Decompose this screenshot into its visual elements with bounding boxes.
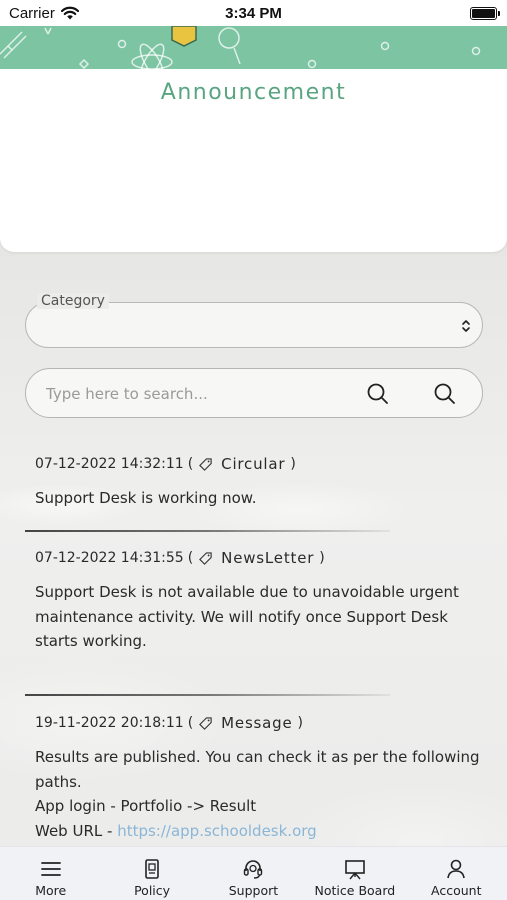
tag-icon — [199, 551, 212, 565]
announcement-line: Support Desk is working now. — [35, 489, 257, 507]
announcement-datetime: 07-12-2022 14:32:11 — [35, 456, 184, 472]
announcement-datetime: 07-12-2022 14:31:55 — [35, 550, 184, 566]
science-pattern-icon — [0, 26, 481, 81]
announcement-link-line: Web URL - https://app.schooldesk.org — [35, 819, 475, 844]
nav-label: Policy — [134, 883, 171, 898]
nav-label: Notice Board — [314, 883, 396, 898]
page-title: Announcement — [160, 80, 347, 105]
search-bar — [25, 368, 483, 418]
search-icon[interactable] — [365, 381, 391, 407]
announcement-category: NewsLetter — [221, 549, 315, 567]
divider — [25, 530, 390, 532]
nav-notice-board[interactable]: Notice Board — [304, 847, 405, 900]
divider — [25, 694, 390, 696]
announcement-line: maintenance activity. We will notify onc… — [35, 607, 448, 626]
status-bar: Carrier 3:34 PM — [0, 0, 507, 26]
menu-icon — [40, 862, 61, 876]
paren-close: ) — [290, 456, 296, 472]
clock: 3:34 PM — [225, 5, 282, 22]
nav-label: More — [35, 883, 67, 898]
nav-support[interactable]: Support — [203, 847, 304, 900]
search-input[interactable] — [46, 382, 346, 406]
announcement-category: Circular — [221, 455, 286, 473]
announcement-body: Results are published. You can check it … — [35, 745, 480, 844]
announcement-body: Support Desk is working now. — [35, 486, 475, 511]
paren-open: ( — [187, 456, 194, 472]
document-icon — [145, 859, 159, 879]
announcement-meta: 07-12-2022 14:31:55 ( NewsLetter ) — [35, 549, 325, 567]
paren-close: ) — [297, 715, 303, 731]
banner — [0, 26, 507, 81]
tag-icon — [199, 716, 212, 730]
announcement-category: Message — [221, 714, 293, 732]
announcement-line: App login - Portfolio -> Result — [35, 797, 257, 815]
announcement-link[interactable]: https://app.schooldesk.org — [117, 822, 316, 840]
bottom-nav: More Policy Support Notice Board Account — [0, 846, 507, 900]
paren-open: ( — [187, 550, 194, 566]
announcement-meta: 07-12-2022 14:32:11 ( Circular ) — [35, 455, 296, 473]
nav-more[interactable]: More — [0, 847, 101, 900]
nav-account[interactable]: Account — [406, 847, 507, 900]
select-arrows-icon — [462, 320, 470, 332]
announcement-body: Support Desk is not available due to una… — [35, 580, 475, 654]
announcement-line: Support Desk is not available due to una… — [35, 583, 459, 601]
header-card: Announcement — [0, 26, 507, 252]
nav-label: Support — [228, 883, 279, 898]
paren-close: ) — [319, 550, 325, 566]
tag-icon — [199, 457, 212, 471]
category-select[interactable]: Category — [25, 293, 483, 348]
announcement-line: paths. — [35, 772, 82, 791]
announcement-datetime: 19-11-2022 20:18:11 — [35, 715, 184, 731]
nav-label: Account — [431, 883, 482, 898]
search-submit-icon[interactable] — [432, 381, 458, 407]
headset-icon — [244, 860, 263, 879]
announcement-meta: 19-11-2022 20:18:11 ( Message ) — [35, 714, 303, 732]
category-label: Category — [37, 293, 109, 309]
paren-open: ( — [187, 715, 194, 731]
announcement-line: Results are published. You can check it … — [35, 748, 480, 766]
announcement-line: starts working. — [35, 632, 147, 650]
battery-icon — [470, 7, 500, 20]
link-prefix: Web URL - — [35, 821, 118, 840]
notice-board-icon — [345, 860, 365, 880]
nav-policy[interactable]: Policy — [102, 847, 203, 900]
user-icon — [447, 859, 466, 879]
